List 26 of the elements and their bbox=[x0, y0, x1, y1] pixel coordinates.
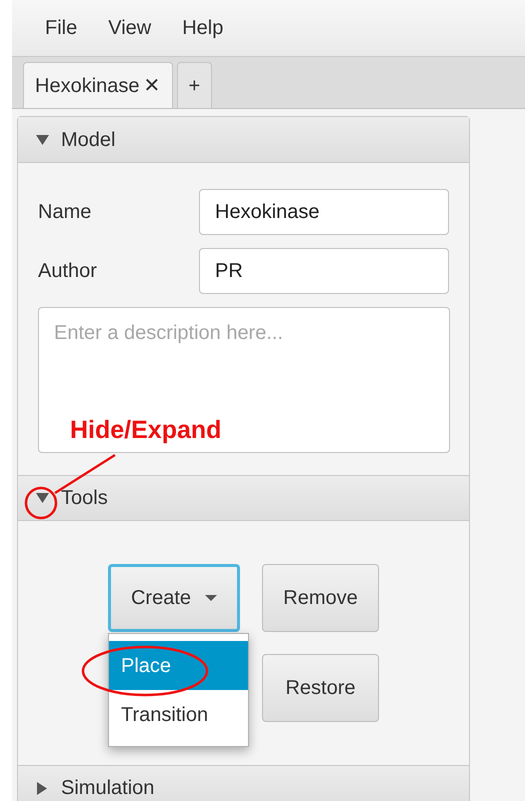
menu-item[interactable]: Help bbox=[182, 13, 224, 43]
field-label: Name bbox=[38, 200, 92, 225]
section-title: Model bbox=[61, 128, 116, 152]
tab[interactable]: Hexokinase ✕ bbox=[23, 62, 173, 108]
text-field[interactable]: Hexokinase bbox=[199, 189, 449, 235]
collapse-arrow-icon[interactable] bbox=[36, 493, 48, 503]
menu-option[interactable]: Transition bbox=[109, 690, 248, 739]
expand-arrow-icon[interactable] bbox=[37, 782, 47, 794]
tab[interactable]: + bbox=[176, 62, 212, 108]
menu-item[interactable]: View bbox=[108, 13, 152, 43]
section-header[interactable]: Model bbox=[18, 117, 469, 163]
highlight-circle bbox=[24, 486, 58, 520]
section-title: Simulation bbox=[61, 776, 154, 801]
menu-item[interactable]: File bbox=[45, 13, 78, 43]
caret-icon bbox=[205, 595, 218, 601]
text-field[interactable]: PR bbox=[199, 248, 449, 294]
close-icon[interactable]: ✕ bbox=[144, 70, 161, 100]
create-dropdown[interactable]: Create bbox=[108, 564, 240, 632]
restore-button[interactable]: Restore bbox=[262, 654, 379, 722]
section-header[interactable]: Simulation bbox=[18, 765, 469, 801]
annotation-label: Hide/Expand bbox=[70, 418, 222, 443]
section-title: Tools bbox=[61, 486, 108, 511]
collapse-arrow-icon[interactable] bbox=[36, 134, 48, 144]
remove-button[interactable]: Remove bbox=[262, 564, 379, 632]
section-header[interactable]: Tools bbox=[18, 475, 469, 521]
field-label: Author bbox=[38, 259, 98, 284]
